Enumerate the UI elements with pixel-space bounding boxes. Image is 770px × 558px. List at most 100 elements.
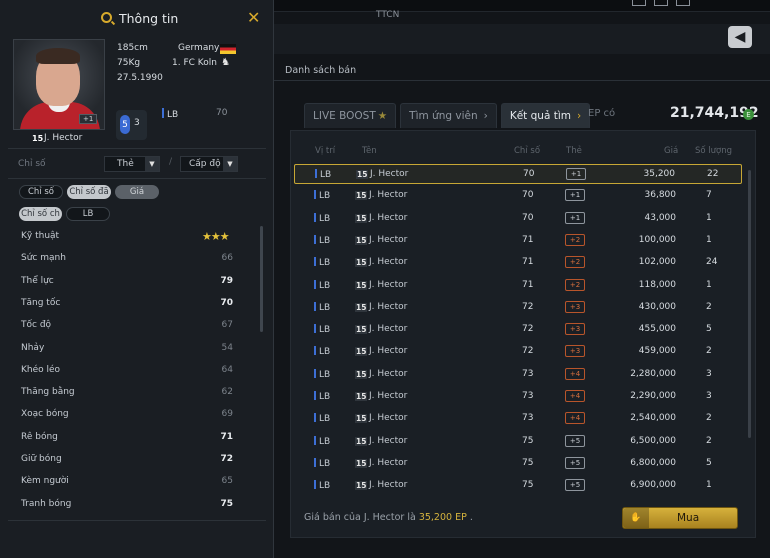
row-quantity: 24 [706, 257, 718, 267]
table-row[interactable]: LB 15 J. Hector 72 +3 430,000 2 [294, 298, 742, 318]
sub-position-pill[interactable]: LB [66, 207, 110, 221]
level-select[interactable]: Cấp độ ▼ [180, 156, 238, 172]
row-ovr: 75 [522, 480, 534, 490]
row-name: J. Hector [369, 480, 408, 490]
filter-stat-done-pill[interactable]: Chỉ số đã [67, 185, 111, 199]
row-card-level: +1 [565, 189, 585, 201]
row-position: LB [314, 302, 330, 313]
tab-search-results[interactable]: Kết quả tìm › [500, 103, 591, 128]
attribute-name: Khéo léo [21, 365, 61, 375]
row-card-level: +3 [565, 323, 585, 335]
filter-price-pill[interactable]: Giá [115, 185, 159, 199]
row-quantity: 3 [706, 369, 712, 379]
attribute-value: 65 [221, 476, 233, 486]
table-row[interactable]: LB 15 J. Hector 71 +2 102,000 24 [294, 253, 742, 273]
table-row[interactable]: LB 15 J. Hector 75 +5 6,500,000 2 [294, 432, 742, 452]
row-name: J. Hector [369, 190, 408, 200]
upgrade-badge: +1 [79, 114, 98, 124]
buy-button[interactable]: ✋ Mua [622, 507, 738, 529]
row-ovr: 73 [522, 413, 534, 423]
row-name: J. Hector [369, 213, 408, 223]
card-select[interactable]: Thẻ ▼ [104, 156, 160, 172]
player-weight: 75Kg [117, 58, 141, 68]
table-row[interactable]: LB 15 J. Hector 73 +4 2,290,000 3 [294, 387, 742, 407]
player-birthdate: 27.5.1990 [117, 73, 163, 83]
row-ovr: 75 [522, 436, 534, 446]
star-icon: ★ [377, 110, 388, 122]
back-arrow-icon: ◀ [734, 29, 746, 45]
back-button[interactable]: ◀ [728, 26, 752, 48]
attribute-name: Xoạc bóng [21, 409, 69, 419]
filter-stat-pill[interactable]: Chỉ số [19, 185, 63, 199]
row-name: J. Hector [369, 280, 408, 290]
row-number: 15 [355, 459, 368, 468]
row-number: 15 [355, 236, 368, 245]
sub-stat-pill[interactable]: Chỉ số ch [19, 207, 62, 221]
row-number: 15 [355, 347, 368, 356]
row-number: 15 [355, 325, 368, 334]
table-row[interactable]: LB 15 J. Hector 70 +1 36,800 7 [294, 186, 742, 206]
row-price: 455,000 [638, 324, 676, 334]
sell-price-note: Giá bán của J. Hector là 35,200 EP . [304, 512, 473, 523]
row-number: 15 [355, 392, 368, 401]
divider [8, 148, 266, 149]
table-row[interactable]: LB 15 J. Hector 72 +3 459,000 2 [294, 342, 742, 362]
attribute-name: Rê bóng [21, 432, 58, 442]
attribute-value: 62 [221, 387, 233, 397]
row-ovr: 73 [522, 391, 534, 401]
row-number: 15 [355, 258, 368, 267]
divider [8, 520, 266, 521]
row-name: J. Hector [369, 369, 408, 379]
row-quantity: 1 [706, 213, 712, 223]
row-card-level: +4 [565, 412, 585, 424]
row-card-level: +1 [566, 168, 586, 180]
ep-coin-icon: E [743, 109, 754, 120]
header-card[interactable]: Thẻ [566, 146, 582, 156]
table-row[interactable]: LB 15 J. Hector 70 +1 35,200 22 [294, 164, 742, 184]
row-number: 15 [355, 191, 368, 200]
row-quantity: 1 [706, 280, 712, 290]
row-price: 459,000 [638, 346, 676, 356]
attribute-value: 64 [221, 365, 233, 375]
attribute-name: Thể lực [21, 276, 54, 286]
player-name: J. Hector [44, 133, 83, 143]
header-name[interactable]: Tên [362, 146, 377, 156]
header-ovr[interactable]: Chỉ số [514, 146, 540, 156]
header-position[interactable]: Vị trí [315, 146, 335, 156]
table-row[interactable]: LB 15 J. Hector 75 +5 6,800,000 5 [294, 454, 742, 474]
row-ovr: 72 [522, 346, 534, 356]
row-quantity: 5 [706, 324, 712, 334]
tab-live-boost[interactable]: LIVE BOOST ★ [304, 103, 397, 128]
header-price[interactable]: Giá [664, 146, 678, 156]
row-number: 15 [355, 481, 368, 490]
table-row[interactable]: LB 15 J. Hector 73 +4 2,540,000 2 [294, 409, 742, 429]
tab-find-candidate[interactable]: Tìm ứng viên › [400, 103, 497, 128]
player-info-panel: Thông tin ✕ +1 15 J. Hector 185cm 75Kg 2… [0, 0, 274, 558]
row-price: 2,540,000 [630, 413, 676, 423]
chevron-right-icon: › [483, 110, 488, 122]
row-ovr: 72 [522, 302, 534, 312]
results-scrollbar[interactable] [748, 170, 751, 438]
table-row[interactable]: LB 15 J. Hector 70 +1 43,000 1 [294, 209, 742, 229]
attribute-value: 66 [221, 253, 233, 263]
row-number: 15 [355, 414, 368, 423]
row-quantity: 1 [706, 235, 712, 245]
row-position: LB [315, 169, 331, 180]
row-quantity: 2 [706, 346, 712, 356]
window-control-icon[interactable] [632, 0, 646, 6]
table-row[interactable]: LB 15 J. Hector 71 +2 118,000 1 [294, 276, 742, 296]
table-row[interactable]: LB 15 J. Hector 73 +4 2,280,000 3 [294, 365, 742, 385]
header-quantity[interactable]: Số lượng [695, 146, 732, 156]
row-card-level: +3 [565, 301, 585, 313]
window-control-icon[interactable] [654, 0, 668, 6]
window-control-icon[interactable] [676, 0, 690, 6]
row-name: J. Hector [370, 169, 409, 179]
table-row[interactable]: LB 15 J. Hector 71 +2 100,000 1 [294, 231, 742, 251]
row-name: J. Hector [369, 235, 408, 245]
attributes-scrollbar[interactable] [260, 226, 263, 332]
table-row[interactable]: LB 15 J. Hector 72 +3 455,000 5 [294, 320, 742, 340]
close-icon[interactable]: ✕ [247, 8, 260, 27]
table-row[interactable]: LB 15 J. Hector 75 +5 6,900,000 1 [294, 476, 742, 496]
club-crest-icon: ♞ [221, 57, 230, 68]
player-height: 185cm [117, 43, 148, 53]
